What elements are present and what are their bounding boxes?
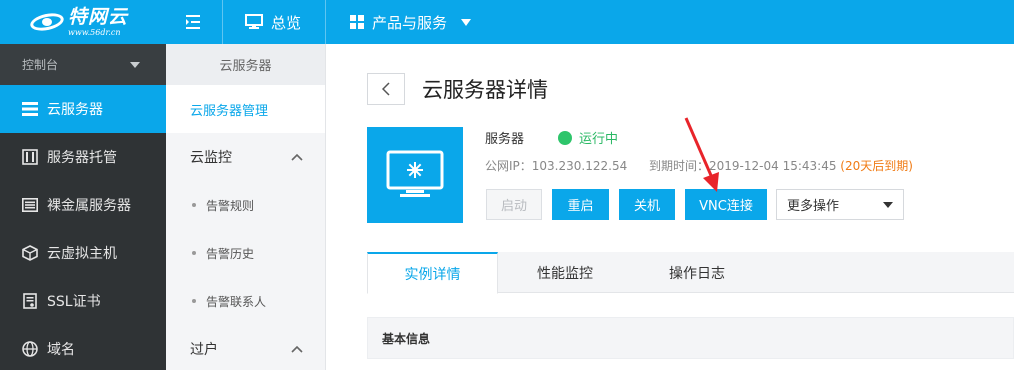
sidebar-item-virtual-host[interactable]: 云虚拟主机 — [0, 229, 166, 277]
brand-logo[interactable]: 特网云 www.56dr.cn — [0, 0, 166, 44]
page-title: 云服务器详情 — [422, 78, 548, 102]
sidebar-item-label: 裸金属服务器 — [47, 198, 131, 214]
rack-icon — [22, 149, 38, 165]
bullet-icon — [192, 251, 196, 255]
subnav-item-server-management[interactable]: 云服务器管理 — [166, 85, 325, 133]
detail-tabs: 实例详情 性能监控 操作日志 — [367, 252, 1014, 294]
vnc-connect-button[interactable]: VNC连接 — [685, 189, 767, 220]
console-dropdown[interactable]: 控制台 — [0, 44, 166, 85]
expiry-value: 2019-12-04 15:43:45 — [709, 159, 837, 173]
bullet-icon — [192, 203, 196, 207]
status-badge: 运行中 — [558, 128, 618, 147]
console-label: 控制台 — [22, 58, 59, 72]
public-ip-value: 103.230.122.54 — [531, 159, 628, 173]
monitor-icon — [245, 14, 263, 29]
public-ip: 公网IP：103.230.122.54 — [485, 157, 627, 174]
brand-name: 特网云 — [68, 5, 129, 28]
section-title: 基本信息 — [382, 331, 431, 346]
chevron-down-icon — [461, 18, 472, 26]
more-actions-select[interactable]: 更多操作 — [776, 189, 904, 220]
start-button[interactable]: 启动 — [486, 189, 542, 220]
subnav-item-alert-history[interactable]: 告警历史 — [166, 229, 325, 277]
shutdown-button[interactable]: 关机 — [619, 189, 675, 220]
subnav-item-alert-rules[interactable]: 告警规则 — [166, 181, 325, 229]
sidebar-item-label: 云虚拟主机 — [47, 246, 117, 262]
main-content: 云服务器详情 服务器 运行中 公网IP：103.230.122.54 到期时间：… — [327, 44, 1014, 370]
subnav-group-monitoring[interactable]: 云监控 — [166, 133, 325, 181]
chevron-left-icon — [382, 82, 390, 96]
top-divider — [222, 0, 223, 44]
menu-collapse-button[interactable] — [166, 0, 222, 44]
chevron-up-icon — [291, 345, 303, 353]
nav-products-label: 产品与服务 — [372, 13, 448, 32]
logo-icon — [28, 10, 66, 34]
menu-collapse-icon — [186, 15, 200, 29]
caret-down-icon — [130, 61, 140, 68]
secondary-nav-title: 云服务器 — [166, 44, 325, 85]
sidebar-item-bare-metal[interactable]: 裸金属服务器 — [0, 181, 166, 229]
nav-products-dropdown[interactable]: 产品与服务 — [350, 0, 472, 44]
monitor-icon — [386, 150, 444, 197]
public-ip-label: 公网IP： — [485, 159, 532, 173]
status-dot-icon — [558, 130, 572, 145]
server-list-icon — [22, 101, 38, 117]
back-button[interactable] — [367, 73, 405, 105]
subnav-group-label: 云监控 — [190, 150, 232, 166]
secondary-nav: 云服务器 云服务器管理 云监控 告警规则 告警历史 告警联系人 过户 — [166, 44, 326, 370]
sidebar-item-hosting[interactable]: 服务器托管 — [0, 133, 166, 181]
globe-icon — [22, 341, 38, 357]
cube-icon — [22, 245, 38, 261]
sidebar-item-cloud-server[interactable]: 云服务器 — [0, 85, 166, 133]
caret-down-icon — [883, 201, 893, 208]
tab-operation-log[interactable]: 操作日志 — [632, 252, 762, 293]
sidebar-item-ssl[interactable]: SSL证书 — [0, 277, 166, 325]
expiry-label: 到期时间： — [649, 159, 710, 173]
grid-icon — [350, 15, 364, 29]
expiry-note: (20天后到期) — [840, 159, 913, 173]
brand-url: www.56dr.cn — [68, 27, 121, 37]
status-text: 运行中 — [579, 132, 619, 147]
nav-overview[interactable]: 总览 — [245, 0, 301, 44]
bullet-icon — [192, 299, 196, 303]
more-actions-label: 更多操作 — [787, 199, 840, 214]
sidebar-item-label: 服务器托管 — [47, 150, 117, 166]
subnav-item-label: 云服务器管理 — [190, 103, 269, 119]
certificate-icon — [22, 293, 38, 309]
subnav-item-label: 告警规则 — [206, 198, 255, 213]
sidebar-item-label: SSL证书 — [47, 294, 101, 310]
subnav-item-label: 告警联系人 — [206, 294, 267, 309]
server-label: 服务器 — [485, 132, 525, 147]
sidebar-item-label: 域名 — [47, 342, 75, 358]
section-basic-info: 基本信息 — [367, 317, 1014, 359]
top-bar: 特网云 www.56dr.cn 总览 产品与服务 — [0, 0, 1014, 44]
sidebar-item-domain[interactable]: 域名 — [0, 325, 166, 370]
chevron-up-icon — [291, 153, 303, 161]
expiry-time: 到期时间：2019-12-04 15:43:45 (20天后到期) — [649, 157, 913, 174]
subnav-item-alert-contacts[interactable]: 告警联系人 — [166, 277, 325, 325]
sidebar: 控制台 云服务器 服务器托管 裸金属服务器 云虚拟主机 SSL证书 域名 — [0, 44, 166, 370]
red-arrow-annotation-icon — [684, 117, 719, 192]
server-thumbnail — [367, 127, 463, 223]
subnav-item-label: 告警历史 — [206, 246, 255, 261]
sidebar-item-label: 云服务器 — [47, 102, 103, 118]
nav-overview-label: 总览 — [271, 13, 302, 32]
subnav-group-transfer[interactable]: 过户 — [166, 325, 325, 370]
subnav-group-label: 过户 — [190, 342, 218, 358]
tab-instance-details[interactable]: 实例详情 — [367, 252, 498, 294]
bare-metal-icon — [22, 197, 38, 213]
tab-performance[interactable]: 性能监控 — [498, 252, 632, 293]
restart-button[interactable]: 重启 — [552, 189, 609, 220]
top-divider — [325, 0, 326, 44]
